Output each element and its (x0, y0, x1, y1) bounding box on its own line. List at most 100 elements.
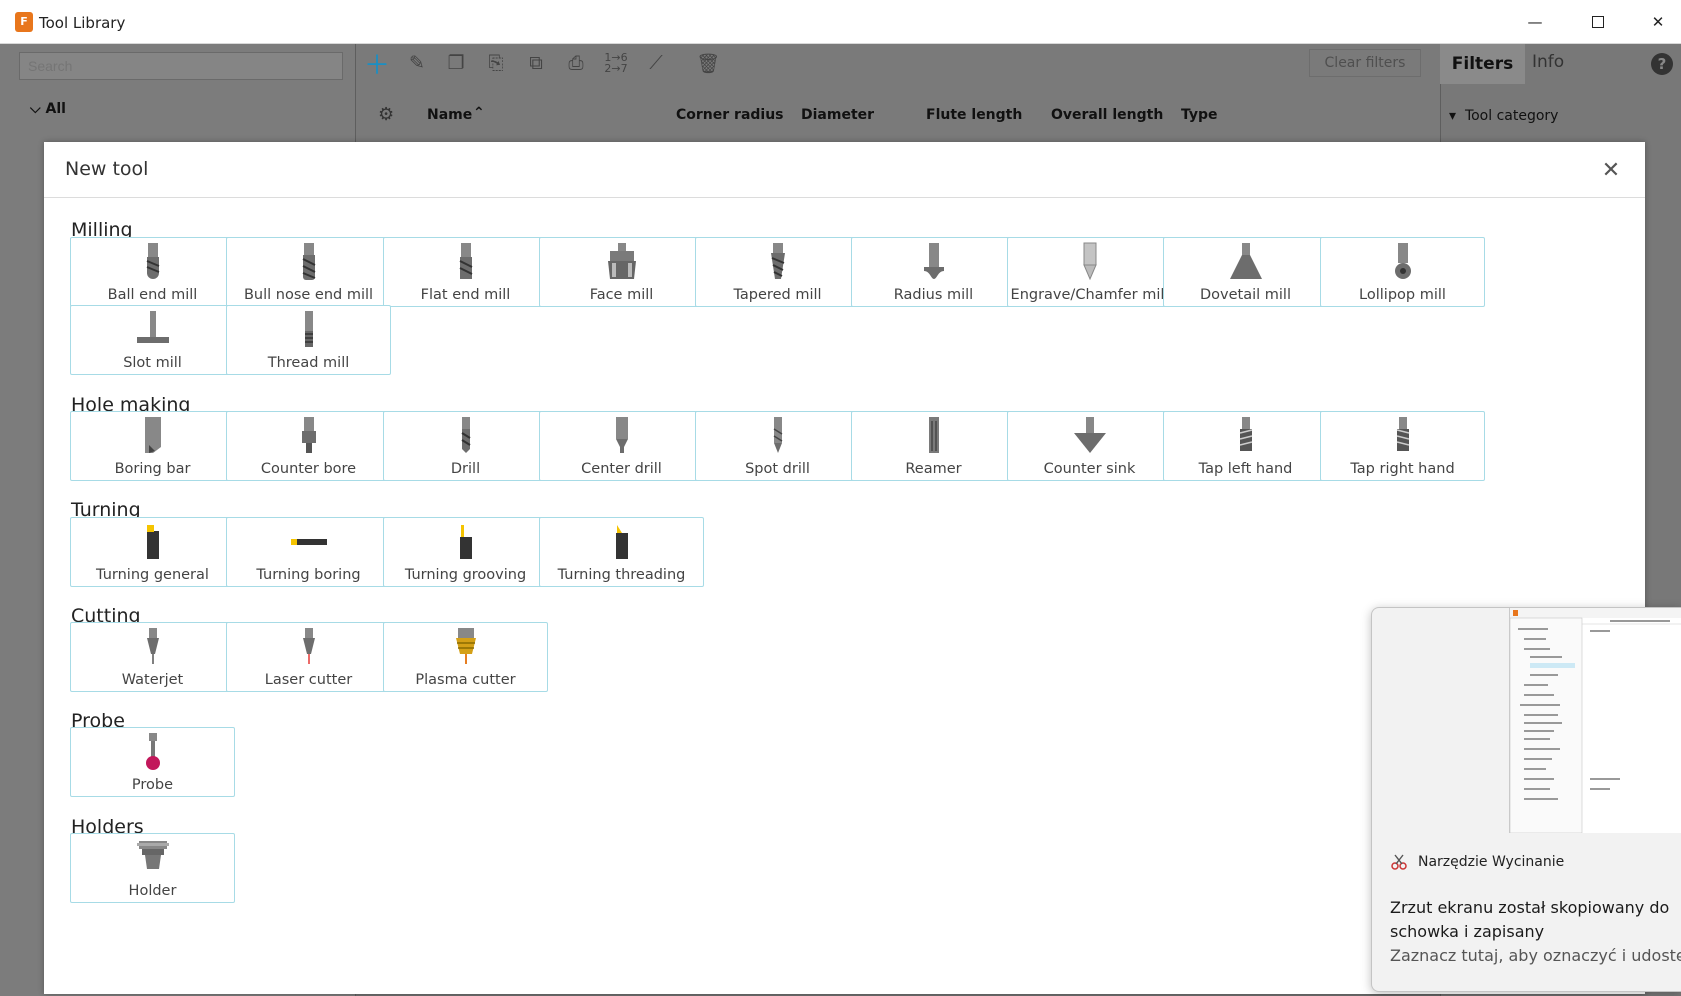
add-tool-icon[interactable]: ＋ (364, 50, 390, 81)
tool-tile-label: Flat end mill (420, 287, 511, 303)
flat-end-mill-icon (459, 243, 472, 279)
dialog-close-button[interactable]: ✕ (1597, 156, 1625, 184)
tool-tile-radius-mill[interactable]: Radius mill (851, 237, 1016, 307)
tool-tile-center-drill[interactable]: Center drill (539, 411, 704, 481)
col-type[interactable]: Type (1181, 107, 1218, 123)
tool-tile-turning-boring[interactable]: Turning boring (226, 517, 391, 587)
center-drill-icon (615, 417, 628, 453)
tool-tile-ball-end-mill[interactable]: Ball end mill (70, 237, 235, 307)
tool-tile-lollipop-mill[interactable]: Lollipop mill (1320, 237, 1485, 307)
radius-mill-icon (923, 243, 944, 279)
measure-icon[interactable]: ⟋ (643, 50, 669, 76)
boring-bar-icon (144, 417, 161, 453)
maximize-icon (1592, 16, 1604, 28)
turning-threading-icon (615, 525, 628, 559)
filter-section-label: Tool category (1464, 108, 1559, 124)
filter-tool-category[interactable]: ▾ Tool category (1449, 108, 1558, 124)
tool-tile-engrave-chamfer-mill[interactable]: Engrave/Chamfer mill (1007, 237, 1172, 307)
tool-tile-turning-general[interactable]: Turning general (70, 517, 235, 587)
dialog-title: New tool (65, 158, 149, 180)
tool-tile-dovetail-mill[interactable]: Dovetail mill (1163, 237, 1328, 307)
settings-gear-icon[interactable]: ⚙ (378, 104, 394, 125)
laser-cutter-icon (302, 628, 315, 664)
tool-tile-label: Drill (450, 461, 481, 477)
tool-tile-label: Counter sink (1043, 461, 1136, 477)
thread-mill-icon (304, 311, 313, 347)
turning-general-icon (146, 525, 159, 559)
tool-tile-tap-left-hand[interactable]: Tap left hand (1163, 411, 1328, 481)
delete-icon[interactable]: 🗑 (695, 50, 721, 76)
tool-tile-label: Turning boring (256, 567, 361, 583)
close-icon: ✕ (1651, 13, 1665, 31)
snipping-tool-notification[interactable]: Narzędzie Wycinanie Zrzut ekranu został … (1371, 607, 1681, 992)
tool-tile-label: Tap left hand (1198, 461, 1293, 477)
waterjet-icon (146, 628, 159, 664)
edit-icon[interactable]: ✎ (404, 50, 430, 76)
screenshot-thumbnail[interactable] (1509, 608, 1681, 834)
notification-app: Narzędzie Wycinanie (1390, 853, 1564, 871)
tool-tile-drill[interactable]: Drill (383, 411, 548, 481)
window-titlebar: F Tool Library — ✕ (0, 0, 1681, 44)
tool-tile-tapered-mill[interactable]: Tapered mill (695, 237, 860, 307)
ball-end-mill-icon (146, 243, 159, 279)
tool-tile-label: Radius mill (893, 287, 974, 303)
tool-tile-label: Ball end mill (107, 287, 198, 303)
tool-tile-label: Thread mill (267, 355, 350, 371)
tool-tile-turning-grooving[interactable]: Turning grooving (383, 517, 548, 587)
tool-tile-reamer[interactable]: Reamer (851, 411, 1016, 481)
slot-mill-icon (136, 311, 169, 343)
clear-filters-button[interactable]: Clear filters (1309, 49, 1421, 77)
search-input[interactable] (19, 52, 343, 80)
tool-tile-holder[interactable]: Holder (70, 833, 235, 903)
bull-nose-end-mill-icon (302, 243, 315, 280)
tool-tile-bull-nose-end-mill[interactable]: Bull nose end mill (226, 237, 391, 307)
tool-tile-boring-bar[interactable]: Boring bar (70, 411, 235, 481)
print-icon[interactable]: ⎙ (563, 50, 589, 76)
tool-tile-label: Center drill (581, 461, 662, 477)
tool-tile-label: Slot mill (123, 355, 182, 371)
tool-tile-label: Tap right hand (1350, 461, 1455, 477)
help-icon[interactable]: ? (1651, 53, 1673, 75)
col-overall-length[interactable]: Overall length (1051, 107, 1163, 123)
app-icon: F (15, 12, 33, 32)
tool-tile-label: Tapered mill (733, 287, 822, 303)
tap-left-hand-icon (1239, 417, 1252, 451)
col-diameter[interactable]: Diameter (801, 107, 874, 123)
duplicate-icon[interactable]: ⧉ (523, 50, 549, 76)
tool-tile-slot-mill[interactable]: Slot mill (70, 305, 235, 375)
renumber-icon[interactable]: 1→6 2→7 (603, 50, 629, 76)
tool-tile-probe[interactable]: Probe (70, 727, 235, 797)
tool-tile-flat-end-mill[interactable]: Flat end mill (383, 237, 548, 307)
turning-grooving-icon (459, 525, 472, 559)
tool-tile-label: Turning grooving (404, 567, 527, 583)
tool-tile-label: Lollipop mill (1359, 287, 1446, 303)
tool-tile-thread-mill[interactable]: Thread mill (226, 305, 391, 375)
tool-tile-plasma-cutter[interactable]: Plasma cutter (383, 622, 548, 692)
col-corner-radius[interactable]: Corner radius (676, 107, 784, 123)
copy-icon[interactable]: ❐ (443, 50, 469, 76)
tool-tile-counter-bore[interactable]: Counter bore (226, 411, 391, 481)
holder-icon (136, 841, 169, 869)
tool-tile-waterjet[interactable]: Waterjet (70, 622, 235, 692)
tool-tile-laser-cutter[interactable]: Laser cutter (226, 622, 391, 692)
tool-tile-spot-drill[interactable]: Spot drill (695, 411, 860, 481)
drill-icon (460, 417, 471, 453)
tab-info[interactable]: Info (1532, 52, 1564, 72)
col-flute-length[interactable]: Flute length (926, 107, 1022, 123)
minimize-button[interactable]: — (1512, 8, 1558, 36)
paste-icon[interactable]: ⎘ (483, 50, 509, 76)
tab-filters[interactable]: Filters (1440, 44, 1525, 84)
maximize-button[interactable] (1575, 8, 1621, 36)
turning-boring-icon (290, 539, 327, 545)
tool-tile-label: Laser cutter (264, 672, 353, 688)
col-name[interactable]: Name (427, 107, 472, 123)
reamer-icon (928, 417, 939, 453)
tool-tile-tap-right-hand[interactable]: Tap right hand (1320, 411, 1485, 481)
tool-tile-label: Counter bore (260, 461, 357, 477)
tool-tile-turning-threading[interactable]: Turning threading (539, 517, 704, 587)
tool-tile-counter-sink[interactable]: Counter sink (1007, 411, 1172, 481)
tool-tile-face-mill[interactable]: Face mill (539, 237, 704, 307)
tree-root-all[interactable]: ⌵ All (30, 101, 66, 117)
tool-tile-label: Waterjet (121, 672, 184, 688)
close-window-button[interactable]: ✕ (1635, 8, 1681, 36)
